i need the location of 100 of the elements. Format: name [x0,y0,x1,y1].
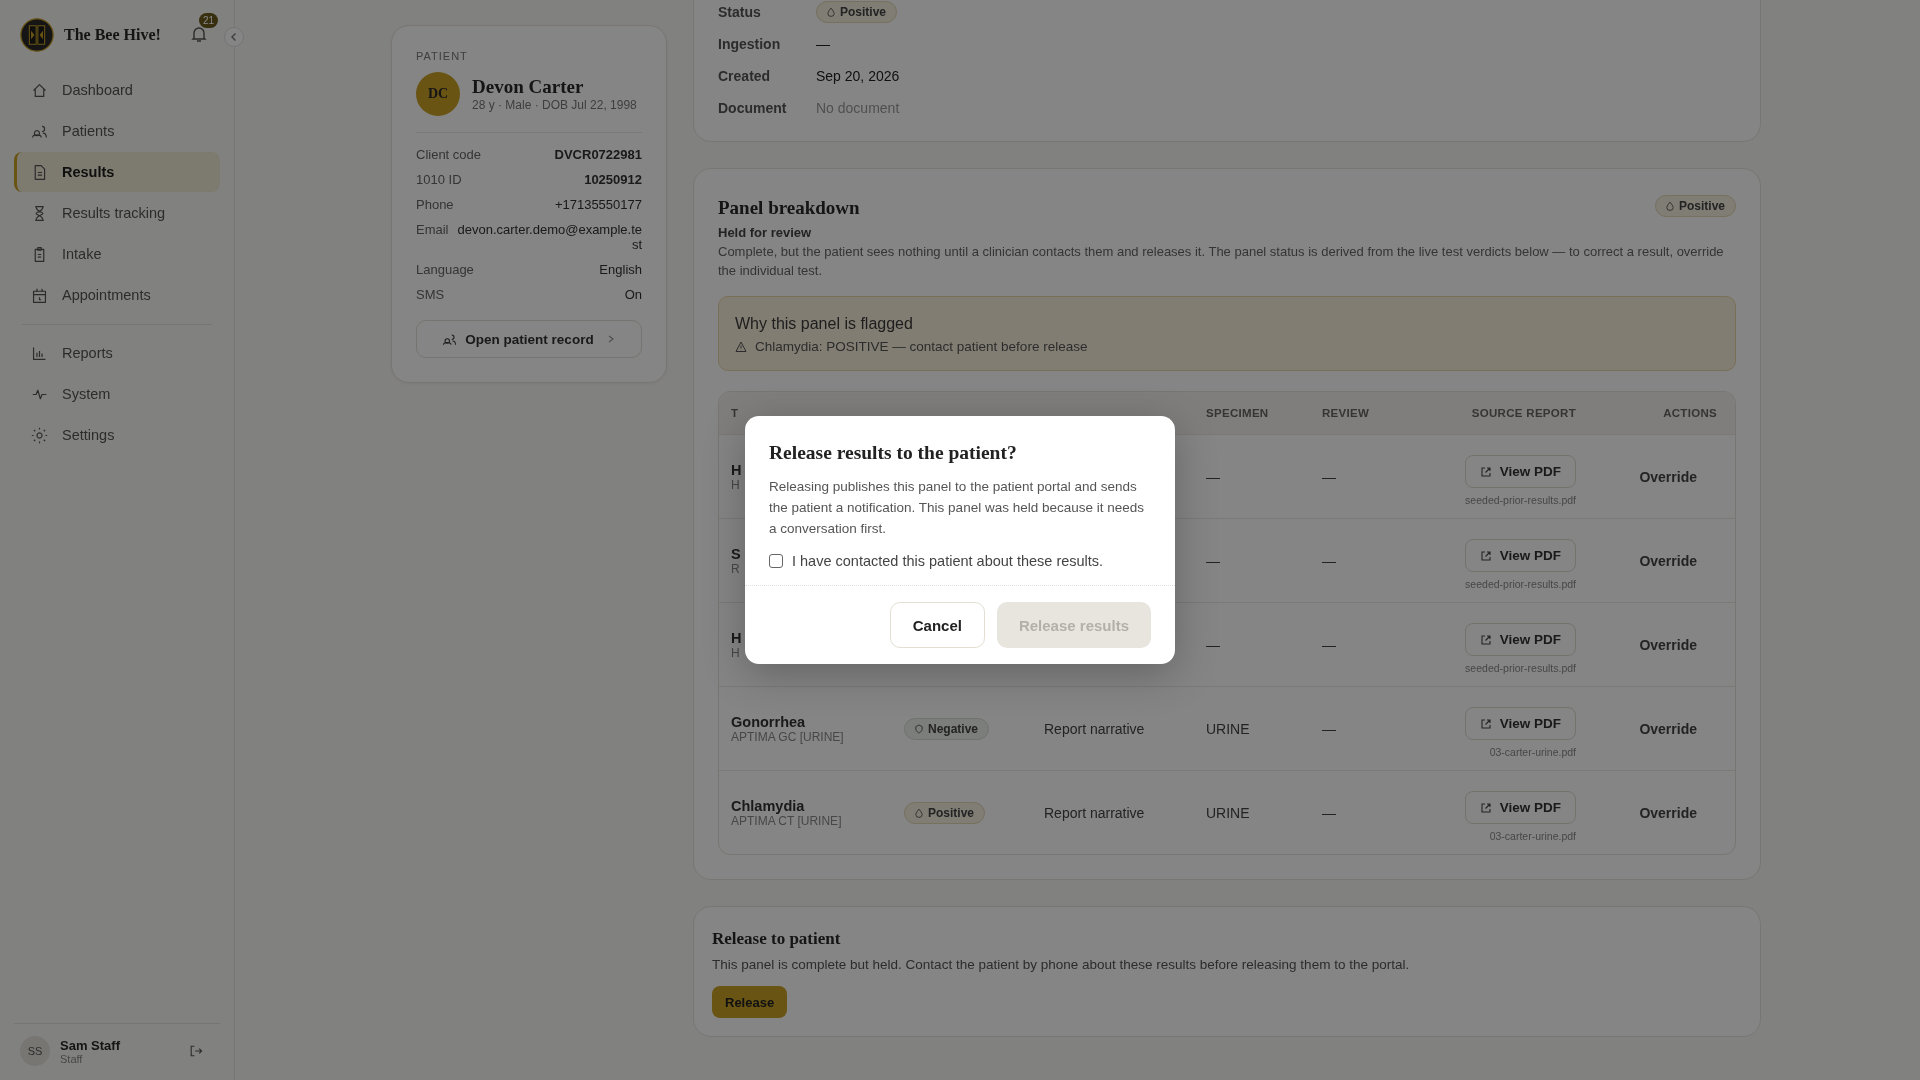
view-pdf-button[interactable]: View PDF [1464,623,1576,656]
test-code: H [731,645,740,660]
release-description: This panel is complete but held. Contact the patient by phone about these results before releasing them to the portal. [712,957,1410,972]
section-label: PATIENT [416,50,469,62]
status-badge: Positive [816,1,898,23]
file-name: seeded-prior-results.pdf [1465,578,1576,590]
nav-item[interactable]: Intake [14,234,220,274]
cancel-button[interactable]: Cancel [889,602,985,648]
logout-icon[interactable] [188,1043,204,1059]
detail-label: Ingestion [718,36,782,52]
review-cell: — [1322,552,1336,569]
external-link-icon [1479,633,1492,646]
view-pdf-button[interactable]: View PDF [1464,707,1576,740]
alert-message: Chlamydia: POSITIVE — contact patient before release [755,339,1088,354]
external-link-icon [1479,549,1492,562]
detail-value: — [816,36,830,52]
test-name: S [731,545,741,562]
specimen-cell: URINE [1206,720,1250,737]
override-link[interactable]: Override [1639,468,1697,485]
nav-item[interactable]: Appointments [14,275,220,315]
nav-item[interactable]: Settings [14,415,220,455]
verdict-badge: Positive [904,801,986,824]
user-avatar: SS [20,1036,50,1066]
nav-item[interactable]: Results [14,152,220,192]
override-link[interactable]: Override [1639,720,1697,737]
test-name: H [731,461,742,478]
test-code: APTIMA CT [URINE] [731,813,842,828]
column-header: T [730,407,740,419]
override-link[interactable]: Override [1639,804,1697,821]
field-value: English [599,262,642,277]
field-label: Email [416,222,449,239]
calendar-icon [31,286,48,304]
detail-label: Document [718,100,788,116]
external-link-icon [1479,717,1492,730]
field-label: 1010 ID [416,172,462,187]
patient-name: Devon Carter [472,76,585,98]
field-label: Language [416,262,474,277]
alert-title: Why this panel is flagged [735,315,914,333]
panel-title: Panel breakdown [718,197,860,219]
field-value: +17135550177 [554,197,642,212]
view-pdf-button[interactable]: View PDF [1464,791,1576,824]
nav-item[interactable]: Patients [14,111,220,151]
field-label: Client code [416,147,482,162]
review-cell: — [1322,804,1336,821]
drop-icon [827,7,835,17]
field-value: On [624,287,642,302]
specimen-cell: URINE [1206,804,1250,821]
detail-label: Created [718,68,772,84]
view-pdf-button[interactable]: View PDF [1464,539,1576,572]
specimen-cell: — [1206,552,1220,569]
test-code: APTIMA GC [URINE] [731,729,844,744]
field-value: DVCR0722981 [554,147,642,162]
patient-summary: 28 y · Male · DOB Jul 22, 1998 [472,98,637,112]
override-link[interactable]: Override [1639,636,1697,653]
nav-item[interactable]: Dashboard [14,70,220,110]
review-cell: — [1322,636,1336,653]
bell-icon[interactable] [188,24,209,44]
drop-icon [915,807,923,818]
open-record-button[interactable]: Open patient record [416,320,642,358]
specimen-cell: — [1206,636,1220,653]
checkbox[interactable] [769,554,783,568]
test-code: R [731,561,740,576]
panel-description: Complete, but the patient sees nothing until a clinician contacts them and releases it. The panel status is derived from the live test verdicts below — to correct a result, override the individual test. [718,243,1725,280]
nav-item[interactable]: Results tracking [14,193,220,233]
nav-item[interactable]: System [14,374,220,414]
status-title: Held for review [718,225,813,240]
logo-icon [20,18,54,52]
drop-icon [1665,201,1674,211]
review-cell: — [1322,468,1336,485]
status-badge: Positive [1654,195,1736,217]
checkbox-label[interactable]: I have contacted this patient about these results. [792,553,1104,569]
detail-value: Sep 20, 2026 [816,68,900,84]
test-name: H [731,629,742,646]
shield-icon [915,723,923,734]
warning-icon [735,340,747,353]
nav-item[interactable]: Reports [14,333,220,373]
column-header: ACTIONS [1662,407,1718,419]
verdict-badge: Negative [904,717,990,740]
settings-icon [31,426,48,444]
file-name: seeded-prior-results.pdf [1465,662,1576,674]
external-link-icon [1479,465,1492,478]
user-role: Staff [60,1052,84,1065]
brand-name: The Bee Hive! [64,26,161,44]
people-icon [442,331,458,347]
notification-badge: 21 [198,13,218,28]
column-header: REVIEW [1322,407,1371,419]
house-icon [31,81,48,99]
test-name: Chlamydia [731,797,805,814]
patient-avatar: DC [416,72,460,116]
column-header: SPECIMEN [1206,407,1270,419]
view-pdf-button[interactable]: View PDF [1464,455,1576,488]
review-cell: — [1322,720,1336,737]
release-title: Release to patient [712,929,841,949]
field-value: 10250912 [584,172,642,187]
release-button[interactable]: Release [712,986,788,1018]
method-cell: Report narrative [1044,804,1145,821]
method-cell: Report narrative [1044,720,1145,737]
user-name: Sam Staff [60,1037,121,1053]
override-link[interactable]: Override [1639,552,1697,569]
dialog-title: Release results to the patient? [769,442,1018,464]
